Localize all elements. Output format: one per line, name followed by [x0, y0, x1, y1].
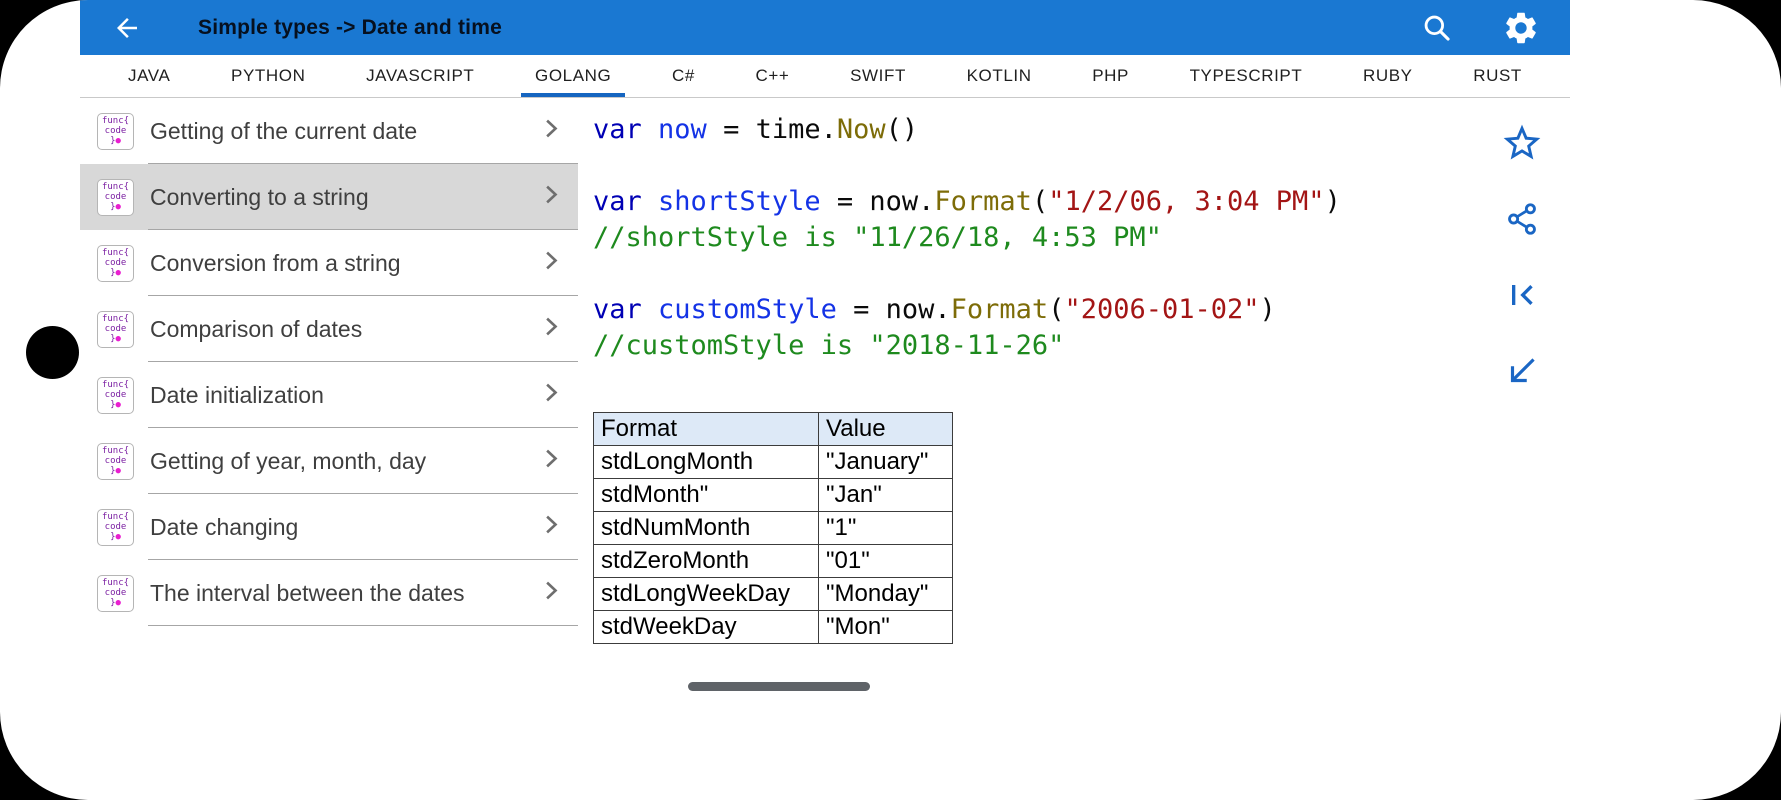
tab-8-php[interactable]: PHP [1078, 55, 1143, 97]
topic-item-date-changing[interactable]: func{code}● Date changing [80, 494, 578, 560]
topic-item-getting-of-year-month-day[interactable]: func{code}● Getting of year, month, day [80, 428, 578, 494]
func-code-icon: func{code}● [97, 311, 134, 348]
topic-label: The interval between the dates [150, 580, 537, 607]
table-cell: stdWeekDay [594, 611, 819, 644]
topic-item-getting-of-the-current-date[interactable]: func{code}● Getting of the current date [80, 98, 578, 164]
back-arrow-icon [112, 13, 142, 43]
func-code-icon: func{code}● [97, 377, 134, 414]
search-button[interactable] [1414, 5, 1460, 51]
chevron-right-icon [537, 577, 564, 609]
table-cell: stdLongWeekDay [594, 578, 819, 611]
code-block: var now = time.Now() var shortStyle = no… [593, 98, 1553, 364]
table-row-1: stdMonth""Jan" [594, 479, 953, 512]
tab-9-typescript[interactable]: TYPESCRIPT [1176, 55, 1317, 97]
tab-4-c[interactable]: C# [658, 55, 709, 97]
topic-list: func{code}●Getting of the current datefu… [80, 98, 578, 626]
search-icon [1421, 12, 1453, 44]
first-page-icon [1502, 275, 1542, 315]
table-cell: stdNumMonth [594, 512, 819, 545]
tab-10-ruby[interactable]: RUBY [1349, 55, 1427, 97]
table-cell: stdMonth" [594, 479, 819, 512]
topic-item-date-initialization[interactable]: func{code}● Date initialization [80, 362, 578, 428]
action-rail [1498, 119, 1546, 395]
func-code-icon: func{code}● [97, 179, 134, 216]
func-code-icon: func{code}● [97, 443, 134, 480]
tab-11-rust[interactable]: RUST [1459, 55, 1536, 97]
tab-1-python[interactable]: PYTHON [217, 55, 319, 97]
topic-item-converting-to-a-string[interactable]: func{code}● Converting to a string [80, 164, 578, 230]
topic-label: Date changing [150, 514, 537, 541]
table-row-0: stdLongMonth"January" [594, 446, 953, 479]
func-code-icon: func{code}● [97, 575, 134, 612]
topic-item-conversion-from-a-string[interactable]: func{code}● Conversion from a string [80, 230, 578, 296]
code-line-0: var now = time.Now() [593, 112, 1553, 148]
table-cell: "Mon" [819, 611, 953, 644]
tab-3-golang[interactable]: GOLANG [521, 55, 625, 97]
func-code-icon: func{code}● [97, 509, 134, 546]
chevron-right-icon [537, 181, 564, 213]
table-row-4: stdLongWeekDay"Monday" [594, 578, 953, 611]
chevron-right-icon [537, 511, 564, 543]
language-tab-bar: JAVA PYTHON JAVASCRIPT GOLANG C# C++ SWIFT KOTL… [80, 55, 1570, 98]
star-icon [1500, 121, 1544, 165]
share-icon [1504, 201, 1540, 237]
func-code-icon: func{code}● [97, 245, 134, 282]
settings-button[interactable] [1498, 5, 1544, 51]
topic-label: Comparison of dates [150, 316, 537, 343]
favorite-button[interactable] [1498, 119, 1546, 167]
table-header-value: Value [819, 413, 953, 446]
app-bar: Simple types -> Date and time [80, 0, 1570, 55]
code-line-2: var shortStyle = now.Format("1/2/06, 3:0… [593, 184, 1553, 220]
table-cell: "1" [819, 512, 953, 545]
table-cell: "Jan" [819, 479, 953, 512]
share-button[interactable] [1498, 195, 1546, 243]
topic-item-the-interval-between-the-dates[interactable]: func{code}● The interval between the date… [80, 560, 578, 626]
gear-icon [1502, 9, 1540, 47]
topic-label: Conversion from a string [150, 250, 537, 277]
camera-cutout [26, 326, 79, 379]
topic-item-comparison-of-dates[interactable]: func{code}● Comparison of dates [80, 296, 578, 362]
chevron-right-icon [537, 445, 564, 477]
tab-7-kotlin[interactable]: KOTLIN [953, 55, 1046, 97]
table-cell: "January" [819, 446, 953, 479]
func-code-icon: func{code}● [97, 113, 134, 150]
topic-label: Converting to a string [150, 184, 537, 211]
arrow-down-left-icon [1503, 352, 1541, 390]
format-table: FormatValuestdLongMonth"January"stdMonth… [593, 412, 953, 644]
code-line-1 [593, 148, 1553, 184]
topic-label: Getting of year, month, day [150, 448, 537, 475]
skip-to-start-button[interactable] [1498, 271, 1546, 319]
topic-label: Date initialization [150, 382, 537, 409]
tab-2-javascript[interactable]: JAVASCRIPT [352, 55, 488, 97]
table-cell: stdLongMonth [594, 446, 819, 479]
tab-6-swift[interactable]: SWIFT [836, 55, 920, 97]
code-line-3: //shortStyle is "11/26/18, 4:53 PM" [593, 220, 1553, 256]
page-title: Simple types -> Date and time [198, 16, 502, 40]
chevron-right-icon [537, 379, 564, 411]
phone-screen: Simple types -> Date and time JAVA PYTHON… [0, 0, 1781, 800]
tab-5-c[interactable]: C++ [742, 55, 804, 97]
chevron-right-icon [537, 115, 564, 147]
table-cell: "01" [819, 545, 953, 578]
table-cell: "Monday" [819, 578, 953, 611]
topic-label: Getting of the current date [150, 118, 537, 145]
table-row-5: stdWeekDay"Mon" [594, 611, 953, 644]
table-header-row: FormatValue [594, 413, 953, 446]
content-panel: var now = time.Now() var shortStyle = no… [593, 98, 1553, 661]
chevron-right-icon [537, 247, 564, 279]
code-line-6: //customStyle is "2018-11-26" [593, 328, 1553, 364]
table-row-2: stdNumMonth"1" [594, 512, 953, 545]
home-indicator[interactable] [688, 682, 870, 691]
code-line-4 [593, 256, 1553, 292]
chevron-right-icon [537, 313, 564, 345]
table-cell: stdZeroMonth [594, 545, 819, 578]
code-line-5: var customStyle = now.Format("2006-01-02… [593, 292, 1553, 328]
table-row-3: stdZeroMonth"01" [594, 545, 953, 578]
tab-0-java[interactable]: JAVA [114, 55, 184, 97]
collapse-button[interactable] [1498, 347, 1546, 395]
table-header-format: Format [594, 413, 819, 446]
back-button[interactable] [106, 7, 148, 49]
